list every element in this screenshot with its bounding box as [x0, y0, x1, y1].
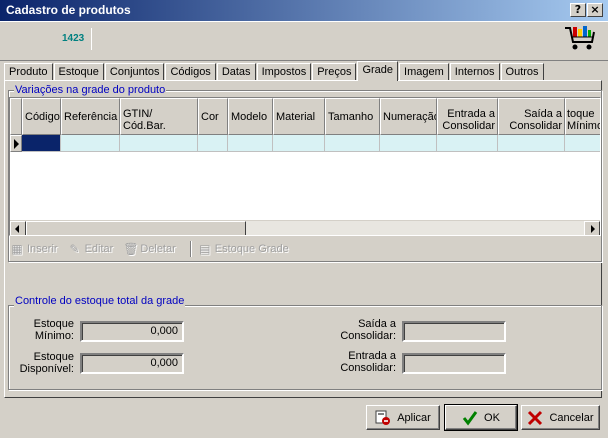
- tab-impostos[interactable]: Impostos: [256, 63, 312, 81]
- table-row[interactable]: [10, 135, 600, 152]
- scrollbar-thumb[interactable]: [26, 221, 246, 235]
- column-header-tamanho[interactable]: Tamanho: [325, 98, 380, 135]
- checkmark-icon: [462, 410, 478, 425]
- stock-min-label: Estoque Mínimo:: [33, 318, 74, 342]
- scroll-left-icon[interactable]: [10, 221, 26, 235]
- stock-icon: ▤: [199, 242, 211, 256]
- close-button[interactable]: ×: [587, 3, 603, 17]
- column-header-referencia[interactable]: Referência: [61, 98, 120, 135]
- tab-estoque[interactable]: Estoque: [53, 63, 104, 81]
- column-header-modelo[interactable]: Modelo: [228, 98, 273, 135]
- out-consolidate-field: [402, 321, 506, 342]
- grid-cell[interactable]: [273, 135, 325, 152]
- tab-precos[interactable]: Preços: [312, 63, 357, 81]
- grid-cell-selected[interactable]: [22, 135, 61, 152]
- grid-cell[interactable]: [498, 135, 565, 152]
- insert-icon: ▦: [11, 242, 23, 256]
- out-consolidate-label: Saída a Consolidar:: [340, 318, 396, 342]
- grid-group-title: Variações na grade do produto: [14, 84, 167, 96]
- row-indicator-icon: [10, 135, 22, 152]
- scroll-right-icon[interactable]: [584, 221, 600, 235]
- tab-produto[interactable]: Produto: [4, 63, 53, 81]
- tab-codigos[interactable]: Códigos: [165, 63, 216, 81]
- grid-header: Código Referência GTIN/ Cód.Bar. Cor Mod…: [10, 98, 600, 135]
- apply-button[interactable]: Aplicar: [366, 405, 440, 430]
- apply-icon: [375, 410, 391, 425]
- column-header-saida[interactable]: Saída a Consolidar: [498, 98, 565, 135]
- grid-cell[interactable]: [565, 135, 600, 152]
- x-icon: [528, 410, 543, 425]
- in-consolidate-label: Entrada a Consolidar:: [340, 350, 396, 374]
- tab-internos[interactable]: Internos: [449, 63, 500, 81]
- column-header-material[interactable]: Material: [273, 98, 325, 135]
- grid-indicator-header: [10, 98, 22, 135]
- grid-cell[interactable]: [61, 135, 120, 152]
- delete-button[interactable]: 🗑 Deletar: [123, 242, 175, 256]
- column-header-gtin[interactable]: GTIN/ Cód.Bar.: [120, 98, 198, 135]
- tab-datas[interactable]: Datas: [216, 63, 256, 81]
- ok-label: OK: [484, 411, 500, 424]
- apply-label: Aplicar: [397, 411, 431, 424]
- product-code: 1423: [56, 28, 92, 50]
- grid-cell[interactable]: [380, 135, 437, 152]
- tab-outros[interactable]: Outros: [500, 63, 544, 81]
- grid-toolbar: ▦ Inserir ✎ Editar 🗑 Deletar ▤ Estoque G…: [10, 240, 299, 258]
- edit-icon: ✎: [69, 242, 80, 256]
- insert-button[interactable]: ▦ Inserir: [10, 242, 58, 256]
- edit-button[interactable]: ✎ Editar: [68, 242, 114, 256]
- grade-stock-button[interactable]: ▤ Estoque Grade: [198, 242, 289, 256]
- cancel-button[interactable]: Cancelar: [521, 405, 600, 430]
- cancel-label: Cancelar: [549, 411, 594, 424]
- edit-label: Editar: [84, 243, 114, 255]
- window-title: Cadastro de produtos: [6, 3, 131, 17]
- grid-cell[interactable]: [437, 135, 498, 152]
- column-header-numeracao[interactable]: Numeração: [380, 98, 437, 135]
- tab-conjuntos[interactable]: Conjuntos: [104, 63, 165, 81]
- toolbar-separator: [189, 241, 192, 257]
- column-header-cor[interactable]: Cor: [198, 98, 228, 135]
- grade-stock-label: Estoque Grade: [214, 243, 289, 255]
- horizontal-scrollbar[interactable]: [10, 220, 600, 235]
- tab-grade[interactable]: Grade: [357, 61, 399, 81]
- grid-cell[interactable]: [198, 135, 228, 152]
- tab-strip: Produto Estoque Conjuntos Códigos Datas …: [4, 61, 545, 81]
- column-header-entrada[interactable]: Entrada a Consolidar: [437, 98, 498, 135]
- delete-label: Deletar: [140, 243, 176, 255]
- column-header-estoque-minimo[interactable]: toque Mínimo: [565, 98, 600, 135]
- grid-cell[interactable]: [120, 135, 198, 152]
- stock-group-title: Controle do estoque total da grade: [14, 295, 186, 307]
- variations-grid[interactable]: Código Referência GTIN/ Cód.Bar. Cor Mod…: [9, 97, 601, 236]
- stock-available-label: Estoque Disponível:: [19, 351, 74, 375]
- help-button[interactable]: ?: [570, 3, 586, 17]
- column-header-codigo[interactable]: Código: [22, 98, 61, 135]
- stock-min-field: 0,000: [80, 321, 184, 342]
- shopping-cart-icon: [565, 26, 595, 50]
- tab-imagem[interactable]: Imagem: [399, 63, 449, 81]
- insert-label: Inserir: [27, 243, 58, 255]
- ok-button[interactable]: OK: [444, 404, 518, 431]
- stock-control-groupbox: [8, 305, 602, 390]
- stock-available-field: 0,000: [80, 353, 184, 374]
- grid-cell[interactable]: [325, 135, 380, 152]
- in-consolidate-field: [402, 353, 506, 374]
- trash-icon: 🗑: [123, 242, 139, 256]
- grid-cell[interactable]: [228, 135, 273, 152]
